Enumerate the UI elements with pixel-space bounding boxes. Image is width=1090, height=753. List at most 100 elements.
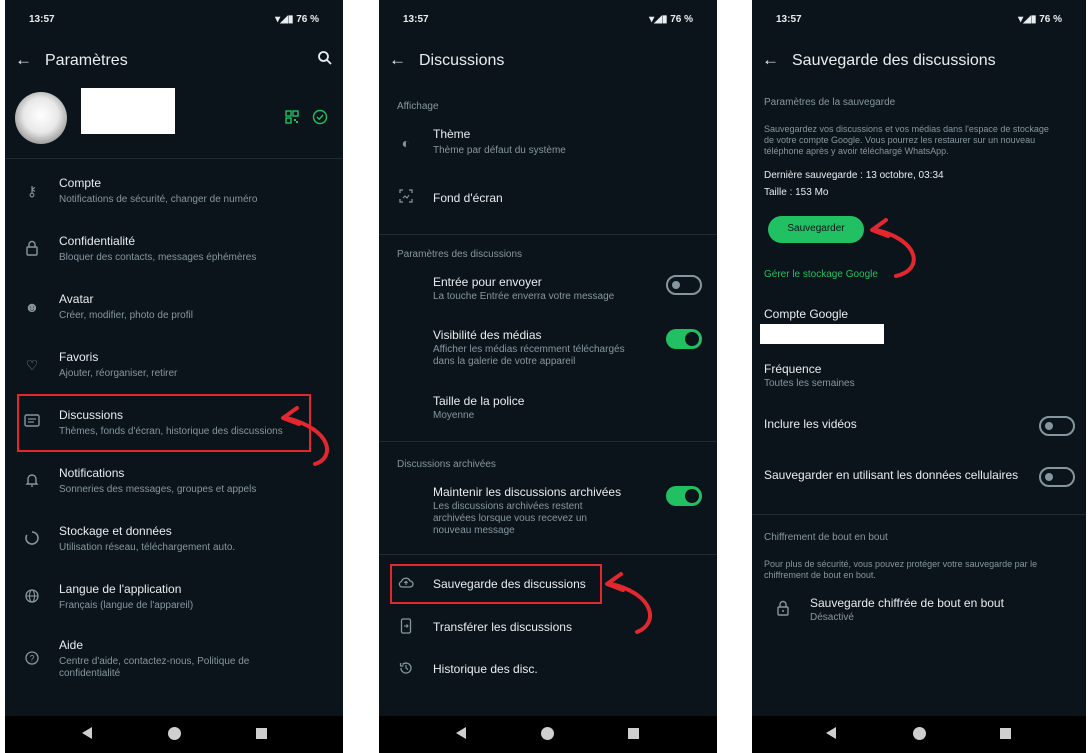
section-header: Discussions archivées (397, 459, 496, 470)
setting-google-account[interactable]: Compte Google (752, 305, 1086, 345)
phone-screen-discussions: 13:57 ▾◢▮ 76 % ← Discussions Affichage ◐… (379, 0, 717, 753)
setting-use-cellular[interactable]: Sauvegarder en utilisant les données cel… (752, 465, 1086, 493)
nav-recents-icon[interactable] (1000, 728, 1011, 739)
qr-code-icon[interactable] (285, 110, 299, 129)
nav-back-icon[interactable] (456, 727, 466, 739)
app-bar: ← Sauvegarde des discussions (752, 48, 1086, 76)
nav-recents-icon[interactable] (256, 728, 267, 739)
backup-description-line2: de votre compte Google. Vous pourrez les… (764, 135, 1036, 145)
media-visibility-toggle[interactable] (666, 329, 702, 349)
item-label: Taille de la police (433, 394, 525, 408)
status-check-icon[interactable] (312, 109, 328, 130)
toggle-knob (1045, 422, 1053, 430)
item-label: Thème (433, 127, 471, 141)
nav-recents-icon[interactable] (628, 728, 639, 739)
status-bar: 13:57 ▾◢▮ 76 % (752, 14, 1086, 28)
last-backup-text: Dernière sauvegarde : 13 octobre, 03:34 (764, 170, 944, 181)
settings-item-notifications[interactable]: Notifications Sonneries des messages, gr… (5, 464, 343, 504)
nav-home-icon[interactable] (913, 727, 926, 740)
backup-size-text: Taille : 153 Mo (764, 187, 829, 198)
item-label: Transférer les discussions (433, 620, 572, 634)
globe-icon (23, 588, 41, 606)
settings-item-avatar[interactable]: ☻ Avatar Créer, modifier, photo de profi… (5, 290, 343, 330)
nav-back-icon[interactable] (826, 727, 836, 739)
key-icon: ⚷ (26, 183, 38, 199)
item-label: Sauvegarder en utilisant les données cel… (764, 468, 1019, 482)
item-sub: Utilisation réseau, téléchargement auto. (59, 542, 236, 553)
status-time: 13:57 (29, 14, 55, 25)
item-sub: Centre d'aide, contactez-nous, Politique… (59, 656, 250, 667)
setting-keep-archived[interactable]: Maintenir les discussions archivées Les … (379, 484, 717, 540)
setting-e2e-backup[interactable]: Sauvegarde chiffrée de bout en bout Désa… (752, 594, 1086, 626)
avatar-face-icon: ☻ (24, 299, 40, 315)
item-sub: Toutes les semaines (764, 378, 855, 389)
setting-wallpaper[interactable]: Fond d'écran (379, 186, 717, 210)
setting-theme[interactable]: ◐ Thème Thème par défaut du système (379, 126, 717, 160)
item-sub-line3: nouveau message (433, 525, 515, 536)
back-arrow-icon[interactable]: ← (15, 50, 32, 70)
highlight-box (390, 564, 602, 604)
setting-include-videos[interactable]: Inclure les vidéos (752, 414, 1086, 442)
item-label: Entrée pour envoyer (433, 275, 542, 289)
save-backup-button[interactable]: Sauvegarder (768, 216, 864, 243)
search-icon[interactable] (317, 50, 333, 71)
nav-home-icon[interactable] (541, 727, 554, 740)
setting-frequency[interactable]: Fréquence Toutes les semaines (752, 361, 1086, 393)
app-bar: ← Paramètres (5, 48, 343, 76)
signal-icon: ◢ (280, 14, 288, 25)
setting-font-size[interactable]: Taille de la police Moyenne (379, 393, 717, 427)
google-account-redacted (760, 324, 884, 344)
settings-item-privacy[interactable]: Confidentialité Bloquer des contacts, me… (5, 232, 343, 272)
item-sub: Notifications de sécurité, changer de nu… (59, 194, 258, 205)
profile-header[interactable] (5, 86, 343, 152)
app-bar: ← Discussions (379, 48, 717, 76)
setting-enter-send[interactable]: Entrée pour envoyer La touche Entrée env… (379, 274, 717, 308)
item-label: Sauvegarde chiffrée de bout en bout (810, 596, 1004, 610)
settings-item-help[interactable]: ? Aide Centre d'aide, contactez-nous, Po… (5, 636, 343, 682)
back-arrow-icon[interactable]: ← (762, 50, 779, 70)
enter-send-toggle[interactable] (666, 275, 702, 295)
wallpaper-icon (397, 189, 415, 207)
battery-icon: ▮ (661, 14, 668, 25)
item-label: Inclure les vidéos (764, 417, 857, 431)
setting-transfer[interactable]: Transférer les discussions (379, 615, 717, 639)
item-label: Favoris (59, 350, 99, 364)
page-title: Paramètres (45, 52, 128, 69)
settings-item-account[interactable]: ⚷ Compte Notifications de sécurité, chan… (5, 174, 343, 214)
item-sub: La touche Entrée enverra votre message (433, 291, 615, 302)
svg-text:?: ? (29, 654, 34, 664)
phone-transfer-icon (397, 618, 415, 636)
divider (379, 234, 717, 235)
item-label: Stockage et données (59, 524, 172, 538)
status-icons: ▾◢▮ 76 % (1018, 14, 1062, 25)
setting-history[interactable]: Historique des disc. (379, 657, 717, 681)
item-sub: Moyenne (433, 410, 475, 421)
settings-item-language[interactable]: Langue de l'application Français (langue… (5, 580, 343, 620)
system-nav-bar (752, 716, 1086, 753)
status-bar: 13:57 ▾◢▮ 76 % (379, 14, 717, 28)
item-label: Compte (59, 176, 102, 190)
page-title: Sauvegarde des discussions (792, 52, 996, 69)
history-icon (397, 660, 415, 678)
status-time: 13:57 (776, 14, 802, 25)
setting-media-visibility[interactable]: Visibilité des médias Afficher les média… (379, 327, 717, 371)
backup-description-line3: téléphone après y avoir téléchargé Whats… (764, 146, 949, 156)
use-cellular-toggle[interactable] (1039, 467, 1075, 487)
settings-item-favorites[interactable]: ♡ Favoris Ajouter, réorganiser, retirer (5, 348, 343, 388)
keep-archived-toggle[interactable] (666, 486, 702, 506)
e2e-description-line2: chiffrement de bout en bout. (764, 570, 876, 580)
include-videos-toggle[interactable] (1039, 416, 1075, 436)
lock-icon (774, 600, 792, 618)
divider (379, 554, 717, 555)
nav-home-icon[interactable] (168, 727, 181, 740)
item-label: Historique des disc. (433, 662, 538, 676)
toggle-knob (685, 489, 699, 503)
manage-google-storage-link[interactable]: Gérer le stockage Google (764, 269, 878, 280)
item-sub-line2: confidentialité (59, 668, 121, 679)
backup-description-line1: Sauvegardez vos discussions et vos média… (764, 124, 1049, 134)
avatar[interactable] (15, 92, 67, 144)
back-arrow-icon[interactable]: ← (389, 50, 406, 70)
nav-back-icon[interactable] (82, 727, 92, 739)
system-nav-bar (5, 716, 343, 753)
settings-item-storage[interactable]: Stockage et données Utilisation réseau, … (5, 522, 343, 562)
